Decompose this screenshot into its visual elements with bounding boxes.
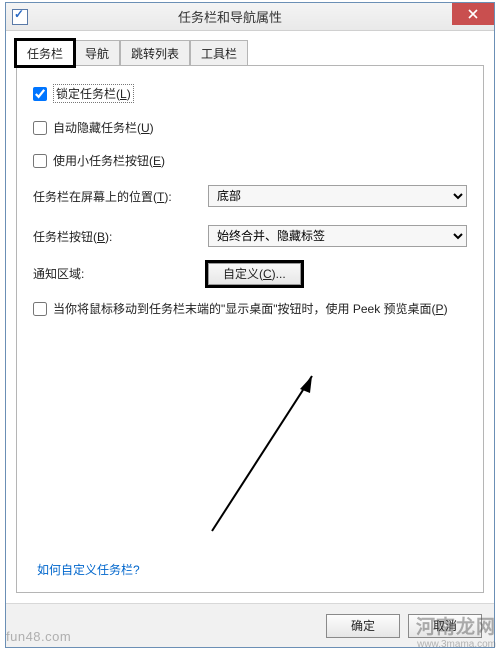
autohide-checkbox[interactable]: [33, 121, 47, 135]
position-row: 任务栏在屏幕上的位置(T): 底部: [33, 185, 467, 207]
tab-taskbar[interactable]: 任务栏: [16, 40, 74, 66]
annotation-arrow: [202, 371, 342, 541]
tab-panel: 锁定任务栏(L) 自动隐藏任务栏(U) 使用小任务栏按钮(E) 任务栏在屏幕上的…: [16, 65, 484, 593]
titlebar: 任务栏和导航属性: [6, 3, 494, 31]
peek-label: 当你将鼠标移动到任务栏末端的"显示桌面"按钮时，使用 Peek 预览桌面(P): [53, 300, 448, 317]
small-buttons-label: 使用小任务栏按钮(E): [53, 152, 165, 169]
ok-button[interactable]: 确定: [326, 614, 400, 638]
tab-navigation[interactable]: 导航: [74, 40, 120, 66]
help-link[interactable]: 如何自定义任务栏?: [37, 561, 140, 578]
customize-button[interactable]: 自定义(C)...: [208, 263, 301, 285]
app-icon: [12, 9, 28, 25]
window-title: 任务栏和导航属性: [28, 7, 452, 26]
buttons-row: 任务栏按钮(B): 始终合并、隐藏标签: [33, 225, 467, 247]
notify-label: 通知区域:: [33, 265, 208, 282]
peek-checkbox[interactable]: [33, 302, 47, 316]
position-select[interactable]: 底部: [208, 185, 467, 207]
tab-toolbars[interactable]: 工具栏: [190, 40, 248, 66]
dialog-window: 任务栏和导航属性 任务栏 导航 跳转列表 工具栏 锁定任务栏(L) 自动隐藏任务…: [5, 2, 495, 648]
watermark-left: fun48.com: [6, 629, 71, 644]
tab-strip: 任务栏 导航 跳转列表 工具栏: [6, 31, 494, 65]
position-label: 任务栏在屏幕上的位置(T):: [33, 188, 208, 205]
close-button[interactable]: [452, 3, 494, 25]
lock-taskbar-row: 锁定任务栏(L): [33, 84, 467, 103]
small-buttons-checkbox[interactable]: [33, 154, 47, 168]
buttons-label: 任务栏按钮(B):: [33, 228, 208, 245]
autohide-row: 自动隐藏任务栏(U): [33, 119, 467, 136]
autohide-label: 自动隐藏任务栏(U): [53, 119, 154, 136]
lock-taskbar-checkbox[interactable]: [33, 87, 47, 101]
buttons-select[interactable]: 始终合并、隐藏标签: [208, 225, 467, 247]
notify-row: 通知区域: 自定义(C)...: [33, 265, 467, 282]
tab-jumplists[interactable]: 跳转列表: [120, 40, 190, 66]
watermark-right-sub: www.3mama.com: [416, 639, 496, 650]
small-buttons-row: 使用小任务栏按钮(E): [33, 152, 467, 169]
peek-row: 当你将鼠标移动到任务栏末端的"显示桌面"按钮时，使用 Peek 预览桌面(P): [33, 300, 467, 317]
watermark-right-main: 河南龙网: [416, 618, 496, 639]
lock-taskbar-label: 锁定任务栏(L): [53, 84, 134, 103]
watermark-right: 河南龙网 www.3mama.com: [416, 618, 496, 650]
close-icon: [468, 9, 478, 19]
customize-button-wrap: 自定义(C)...: [208, 265, 301, 282]
